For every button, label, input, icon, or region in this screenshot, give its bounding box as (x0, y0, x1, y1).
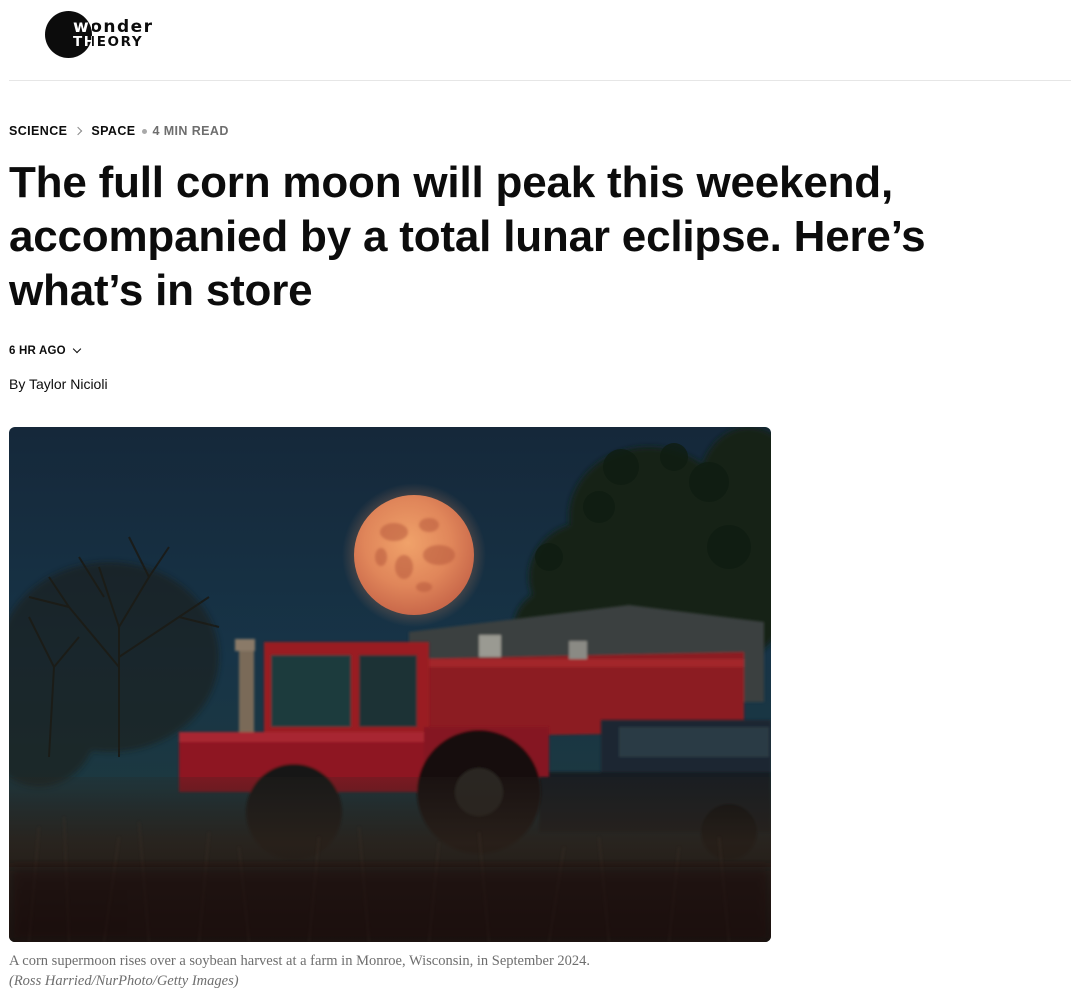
wonder-theory-logo[interactable]: wonder THEORY (45, 11, 175, 59)
header-divider (9, 80, 1071, 81)
timestamp-text: 6 HR AGO (9, 345, 66, 357)
read-time: 4 MIN READ (152, 124, 229, 138)
byline-prefix: By (9, 376, 29, 392)
chevron-down-icon (72, 344, 82, 354)
caption-text: A corn supermoon rises over a soybean ha… (9, 953, 591, 969)
article-headline: The full corn moon will peak this weeken… (9, 158, 926, 315)
hero-image-moon-over-farm[interactable] (9, 427, 771, 942)
chevron-right-icon (74, 126, 83, 136)
breadcrumb-space-link[interactable]: SPACE (91, 124, 135, 138)
logo-text-theory: THEORY (73, 34, 144, 50)
timestamp-toggle[interactable]: 6 HR AGO (9, 344, 82, 357)
breadcrumb-science-link[interactable]: SCIENCE (9, 124, 67, 138)
site-header: wonder THEORY (0, 0, 1071, 81)
byline: By Taylor Nicioli (9, 376, 108, 392)
image-credit: (Ross Harried/NurPhoto/Getty Images) (9, 973, 239, 989)
image-caption: A corn supermoon rises over a soybean ha… (9, 951, 1049, 991)
breadcrumb: SCIENCE SPACE 4 MIN READ (9, 123, 229, 139)
dot-icon (141, 128, 147, 134)
author-link[interactable]: Taylor Nicioli (29, 376, 108, 392)
